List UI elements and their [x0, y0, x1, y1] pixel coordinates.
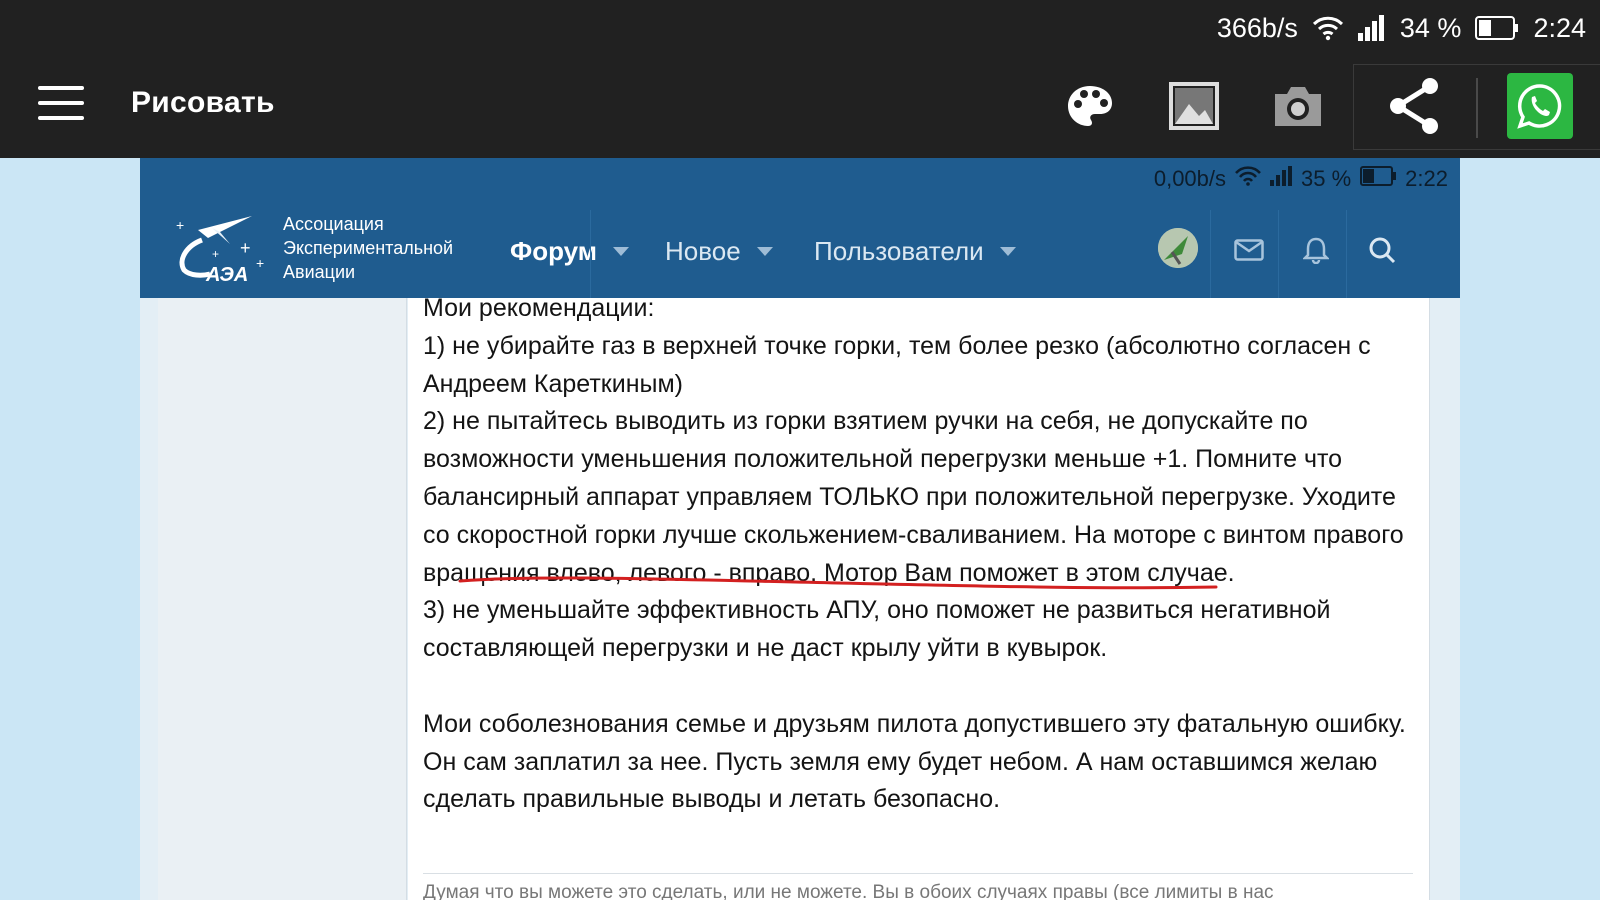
- site-name-line: Авиации: [283, 262, 356, 282]
- svg-text:+: +: [256, 255, 264, 271]
- svg-text:+: +: [240, 238, 251, 258]
- bell-icon[interactable]: [1296, 230, 1336, 270]
- inner-clock: 2:22: [1405, 166, 1448, 191]
- inner-signal-icon: [1270, 166, 1293, 192]
- nav-new-label: Новое: [665, 235, 741, 266]
- post-paragraph: [423, 668, 1413, 706]
- app-toolbar: Рисовать: [0, 56, 1600, 158]
- page-background: [0, 158, 140, 900]
- nav-forum[interactable]: Форум: [510, 223, 629, 279]
- nav-divider: [1346, 210, 1347, 298]
- nav-divider: [590, 210, 591, 298]
- post-paragraph: Мои рекомендации:: [423, 294, 655, 322]
- site-name: Ассоциация Экспериментальной Авиации: [283, 212, 453, 284]
- chevron-down-icon[interactable]: [999, 246, 1016, 256]
- svg-text:+: +: [176, 217, 184, 233]
- outer-status-bar: 366b/s 34 % 2:24: [0, 0, 1600, 56]
- post-paragraph: 2) не пытайтесь выводить из горки взятие…: [423, 407, 1404, 587]
- avatar[interactable]: [1158, 228, 1198, 268]
- site-logo[interactable]: + + + + АЭА: [172, 210, 272, 286]
- site-header: 0,00b/s 35 % 2:22 + + + + АЭА Ассоциация…: [140, 158, 1460, 298]
- nav-users-label: Пользователи: [814, 235, 984, 266]
- site-name-line: Ассоциация: [283, 214, 384, 234]
- menu-icon[interactable]: [38, 86, 84, 126]
- inner-battery-icon: [1360, 166, 1397, 192]
- nav-new[interactable]: Новое: [665, 223, 773, 279]
- battery-percent: 34 %: [1399, 12, 1462, 43]
- nav-divider: [1210, 210, 1211, 298]
- camera-icon[interactable]: [1266, 74, 1330, 138]
- post-message: Мои рекомендации: 1) не убирайте газ в в…: [423, 294, 1413, 819]
- inner-status-bar: 0,00b/s 35 % 2:22: [1154, 166, 1448, 192]
- nav-divider: [1278, 210, 1279, 298]
- post-paragraph: 3) не уменьшайте эффективность АПУ, оно …: [423, 596, 1331, 663]
- nav-forum-label: Форум: [510, 235, 597, 266]
- inner-network-speed: 0,00b/s: [1153, 166, 1227, 191]
- palette-icon[interactable]: [1058, 74, 1122, 138]
- toolbar-divider: [1476, 78, 1478, 138]
- share-icon[interactable]: [1382, 74, 1446, 138]
- inner-wifi-icon: [1235, 166, 1261, 192]
- logo-abbr: АЭА: [205, 264, 248, 282]
- search-icon[interactable]: [1362, 230, 1402, 270]
- inner-battery-percent: 35 %: [1301, 166, 1352, 191]
- signature-divider: [423, 873, 1413, 874]
- chevron-down-icon[interactable]: [612, 246, 629, 256]
- post-signature: Думая что вы можете это сделать, или не …: [423, 882, 1274, 900]
- svg-text:+: +: [212, 247, 219, 261]
- forum-screenshot: 0,00b/s 35 % 2:22 + + + + АЭА Ассоциация…: [140, 158, 1460, 900]
- toolbar-title: Рисовать: [131, 86, 275, 119]
- post-paragraph: 1) не убирайте газ в верхней точке горки…: [423, 331, 1371, 398]
- signal-icon: [1357, 15, 1386, 41]
- wifi-icon: [1312, 15, 1344, 41]
- image-icon[interactable]: [1162, 74, 1226, 138]
- post-author-column: [158, 298, 407, 900]
- site-name-line: Экспериментальной: [283, 238, 454, 258]
- network-speed: 366b/s: [1216, 12, 1298, 43]
- page-background: [1460, 158, 1600, 900]
- whatsapp-icon[interactable]: [1507, 73, 1573, 139]
- mail-icon[interactable]: [1229, 230, 1269, 270]
- post-paragraph: Мои соболезнования семье и друзьям пилот…: [423, 709, 1406, 814]
- clock: 2:24: [1533, 12, 1586, 43]
- battery-icon: [1475, 16, 1519, 40]
- chevron-down-icon[interactable]: [756, 246, 773, 256]
- nav-users[interactable]: Пользователи: [814, 223, 1016, 279]
- red-underline-annotation: [458, 576, 1218, 590]
